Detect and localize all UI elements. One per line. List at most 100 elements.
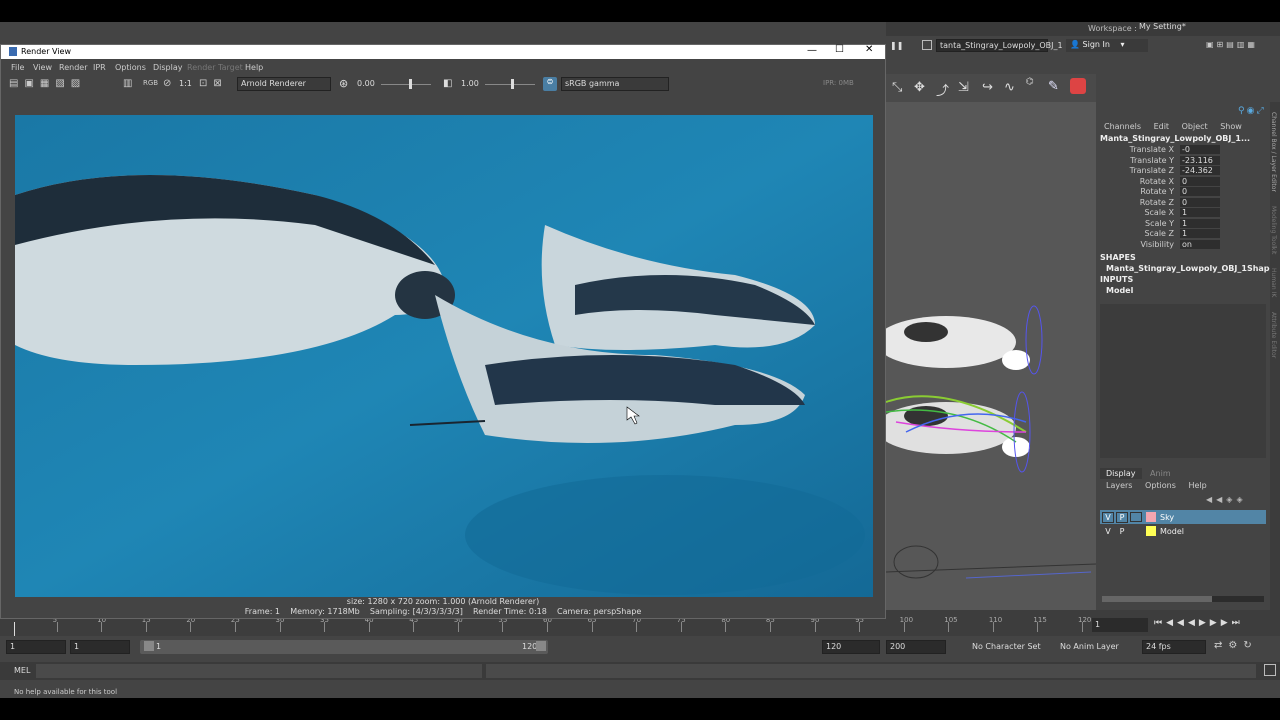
- anim-end-field[interactable]: 200: [886, 640, 946, 654]
- playback-controls[interactable]: ⏮◀◀◀▶▶▶⏭: [1154, 618, 1244, 628]
- channel-scale-x[interactable]: Scale X 1: [1056, 208, 1266, 219]
- minimize-icon[interactable]: —: [807, 45, 817, 56]
- channel-box-icons[interactable]: ⚲◉⤢: [1238, 106, 1266, 116]
- color-management-icon[interactable]: ⊜: [543, 77, 557, 91]
- channel-rotate-z[interactable]: Rotate Z 0: [1056, 197, 1266, 209]
- channel-value[interactable]: -23.116: [1180, 155, 1220, 165]
- anim-start-field[interactable]: 1: [6, 640, 66, 654]
- exposure-value[interactable]: 0.00: [357, 79, 375, 88]
- tab-attribute-editor[interactable]: Attribute Editor: [1270, 312, 1277, 358]
- layer-row-sky[interactable]: V P Sky: [1100, 510, 1266, 524]
- input-name[interactable]: Model: [1106, 286, 1133, 295]
- maximize-icon[interactable]: ☐: [835, 44, 844, 55]
- rendered-image[interactable]: [15, 115, 873, 597]
- bezier-tool-icon[interactable]: ∿: [1004, 80, 1015, 95]
- channel-value[interactable]: 0: [1180, 176, 1220, 186]
- layers-menu[interactable]: Layers: [1106, 481, 1132, 490]
- channel-scale-z[interactable]: Scale Z 1: [1056, 229, 1266, 240]
- range-slider[interactable]: 1 120: [140, 640, 548, 654]
- exposure-slider-thumb[interactable]: [409, 79, 412, 89]
- menu-display[interactable]: Display: [153, 63, 183, 72]
- options-menu[interactable]: Options: [1145, 481, 1176, 490]
- channel-translate-x[interactable]: Translate X -0: [1056, 145, 1266, 156]
- current-frame-field[interactable]: 1: [1092, 618, 1148, 632]
- layer-playback-toggle[interactable]: P: [1116, 527, 1128, 536]
- rotate-tool-icon[interactable]: ⤴: [936, 80, 949, 99]
- sign-in-button[interactable]: 👤 Sign In ▾: [1066, 39, 1148, 52]
- alpha-icon[interactable]: ⊘: [163, 78, 171, 89]
- menu-options[interactable]: Options: [115, 63, 146, 72]
- command-input[interactable]: [36, 664, 482, 678]
- tab-anim[interactable]: Anim: [1144, 468, 1177, 479]
- channel-translate-y[interactable]: Translate Y -23.116: [1056, 155, 1266, 167]
- layer-color-swatch[interactable]: [1146, 526, 1156, 536]
- layer-visibility-toggle[interactable]: V: [1102, 511, 1114, 523]
- menu-help[interactable]: Help: [245, 63, 263, 72]
- gamma-value[interactable]: 1.00: [461, 79, 479, 88]
- pause-icon[interactable]: ❚❚: [890, 41, 903, 50]
- renderer-select[interactable]: Arnold Renderer: [237, 77, 331, 91]
- exposure-slider[interactable]: [381, 84, 431, 85]
- channel-rotate-x[interactable]: Rotate X 0: [1056, 176, 1266, 188]
- layer-scrollbar[interactable]: [1102, 596, 1264, 602]
- render-tool-icon[interactable]: [1070, 78, 1086, 94]
- channel-value[interactable]: -24.362: [1180, 166, 1220, 175]
- script-editor-icon[interactable]: [1264, 664, 1276, 676]
- render-view-window[interactable]: Render View — ☐ ✕ File View Render IPR O…: [0, 44, 886, 619]
- panel-icon[interactable]: [922, 40, 932, 50]
- close-icon[interactable]: ✕: [865, 44, 873, 55]
- help-menu[interactable]: Help: [1188, 481, 1206, 490]
- gamma-slider[interactable]: [485, 84, 535, 85]
- set-tool-icon[interactable]: ⌬: [1026, 77, 1034, 87]
- layer-toolbar-icons[interactable]: ◀◀◈◈: [1206, 495, 1247, 504]
- select-tool-icon[interactable]: ⤡: [892, 80, 902, 95]
- tab-display[interactable]: Display: [1100, 468, 1142, 479]
- mel-label[interactable]: MEL: [14, 666, 30, 675]
- channel-rotate-y[interactable]: Rotate Y 0: [1056, 187, 1266, 198]
- object-name-field[interactable]: tanta_Stingray_Lowpoly_OBJ_1: [936, 39, 1063, 52]
- show-menu[interactable]: Show: [1220, 122, 1242, 131]
- channel-value[interactable]: on: [1180, 239, 1220, 249]
- edit-menu[interactable]: Edit: [1154, 122, 1170, 131]
- object-menu[interactable]: Object: [1182, 122, 1208, 131]
- channel-value[interactable]: 0: [1180, 187, 1220, 196]
- gamma-slider-thumb[interactable]: [511, 79, 514, 89]
- tab-channel-box[interactable]: Channel Box / Layer Editor: [1270, 112, 1277, 192]
- zoom-icons[interactable]: ⊡⊠: [199, 78, 228, 89]
- color-space-select[interactable]: sRGB gamma: [561, 77, 669, 91]
- current-time-marker[interactable]: [14, 622, 15, 636]
- playback-end-field[interactable]: 120: [822, 640, 880, 654]
- scale-tool-icon[interactable]: ⇲: [958, 80, 969, 95]
- render-action-icons[interactable]: ▤▣▦▧▨: [9, 78, 86, 89]
- render-view-titlebar[interactable]: Render View — ☐ ✕: [1, 44, 885, 59]
- curve-tool-icon[interactable]: ↪: [982, 80, 993, 95]
- rgb-channel-icon[interactable]: RGB: [143, 79, 158, 87]
- real-size-label[interactable]: 1:1: [179, 79, 192, 88]
- move-tool-icon[interactable]: ✥: [914, 80, 925, 95]
- layout-icons[interactable]: ▣⊞▤▥▦: [1206, 40, 1258, 49]
- playback-start-field[interactable]: 1: [70, 640, 130, 654]
- menu-view[interactable]: View: [33, 63, 52, 72]
- channel-visibility[interactable]: Visibility on: [1056, 239, 1266, 251]
- channel-value[interactable]: 1: [1180, 208, 1220, 217]
- menu-file[interactable]: File: [11, 63, 24, 72]
- range-handle-end[interactable]: [536, 641, 546, 651]
- tab-human-ik[interactable]: Human IK: [1270, 268, 1277, 297]
- workspace-select[interactable]: My Setting*: [1136, 22, 1260, 34]
- layer-playback-toggle[interactable]: P: [1116, 511, 1128, 523]
- snapshot-icon[interactable]: ▥: [123, 78, 132, 89]
- layer-type-toggle[interactable]: [1130, 512, 1142, 522]
- layer-color-swatch[interactable]: [1146, 512, 1156, 522]
- layer-type-toggle[interactable]: [1130, 526, 1142, 536]
- layer-scrollbar-thumb[interactable]: [1102, 596, 1212, 602]
- tab-modeling-toolkit[interactable]: Modeling Toolkit: [1270, 206, 1277, 254]
- channels-menu[interactable]: Channels: [1104, 122, 1141, 131]
- channel-scale-y[interactable]: Scale Y 1: [1056, 218, 1266, 230]
- range-handle-start[interactable]: [144, 641, 154, 651]
- channel-value[interactable]: 1: [1180, 218, 1220, 228]
- fps-select[interactable]: 24 fps: [1142, 640, 1206, 654]
- menu-render[interactable]: Render: [59, 63, 87, 72]
- layer-row-model[interactable]: V P Model: [1100, 524, 1266, 538]
- layer-visibility-toggle[interactable]: V: [1102, 527, 1114, 536]
- channel-value[interactable]: 1: [1180, 229, 1220, 238]
